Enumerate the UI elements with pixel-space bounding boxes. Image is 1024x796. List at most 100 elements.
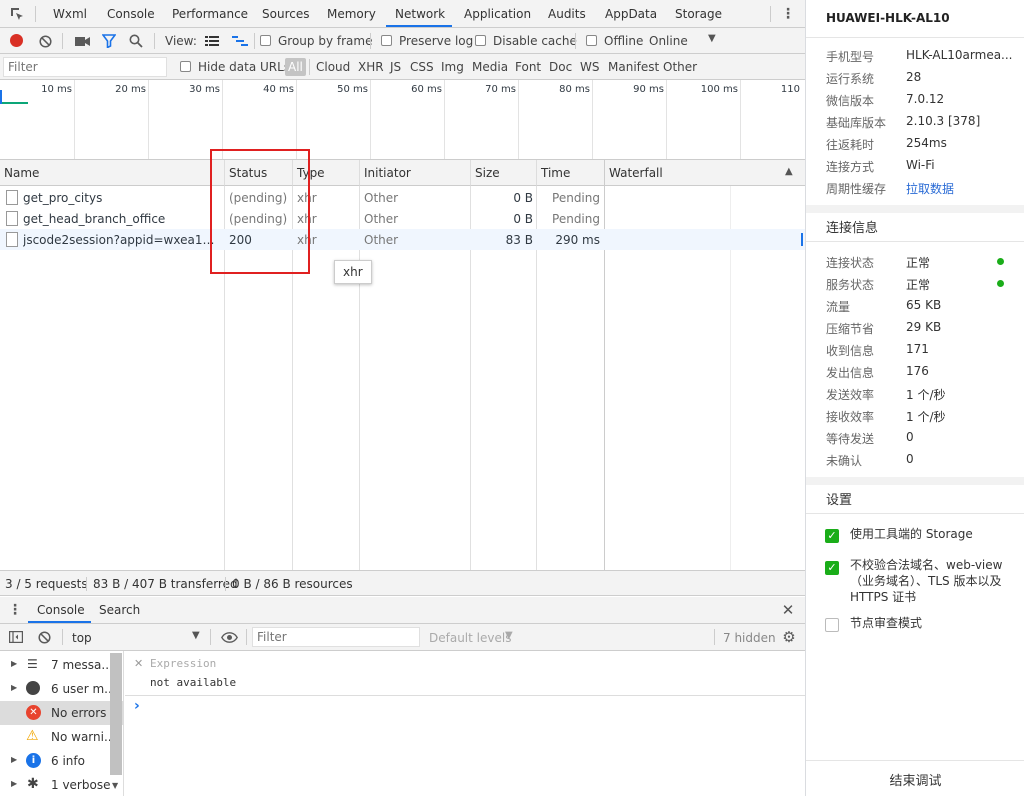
close-icon[interactable]: ✕	[779, 601, 797, 619]
drawer-tab-search[interactable]: Search	[99, 603, 140, 617]
camera-icon[interactable]	[73, 32, 91, 50]
timeline-gridline	[296, 80, 297, 159]
info-key: 基础库版本	[826, 116, 887, 130]
close-expression-icon[interactable]: ✕	[134, 657, 143, 670]
tab-console[interactable]: Console	[107, 7, 155, 21]
tab-appdata[interactable]: AppData	[605, 7, 657, 21]
filter-type-manifest[interactable]: Manifest	[608, 60, 659, 74]
inspect-element-icon[interactable]	[8, 5, 26, 23]
expression-label[interactable]: Expression	[150, 657, 216, 670]
filter-type-ws[interactable]: WS	[580, 60, 599, 74]
expand-arrow-icon[interactable]: ▶	[11, 683, 17, 692]
sidebar-item-user-messages[interactable]: ▶ 6 user m...	[0, 677, 124, 701]
column-header-waterfall[interactable]: Waterfall	[604, 160, 805, 186]
throttling-select[interactable]: Online	[649, 34, 688, 48]
fetch-data-link[interactable]: 拉取数据	[906, 180, 954, 197]
drawer-menu-icon[interactable]: ⋮	[7, 601, 23, 619]
table-row[interactable]: get_head_branch_office (pending) xhr Oth…	[0, 208, 805, 229]
filter-type-font[interactable]: Font	[515, 60, 541, 74]
sidebar-item-errors[interactable]: ✕ No errors	[0, 701, 124, 725]
sidebar-scrollbar[interactable]	[110, 653, 122, 775]
sort-ascending-icon[interactable]: ▲	[785, 166, 793, 177]
sidebar-toggle-icon[interactable]	[8, 629, 24, 645]
expand-arrow-icon[interactable]: ▶	[11, 659, 17, 668]
sidebar-item-warnings[interactable]: ⚠ No warni...	[0, 725, 124, 749]
log-levels-select[interactable]: Default levels	[429, 631, 511, 645]
filter-type-js[interactable]: JS	[390, 60, 401, 74]
tab-performance[interactable]: Performance	[172, 7, 248, 21]
chevron-down-icon[interactable]: ▼	[192, 630, 200, 641]
filter-type-cloud[interactable]: Cloud	[316, 60, 350, 74]
sidebar-item-info[interactable]: ▶ i 6 info	[0, 749, 124, 773]
tab-audits[interactable]: Audits	[548, 7, 586, 21]
table-row[interactable]: jscode2session?appid=wxea102309... 200 x…	[0, 229, 805, 250]
skip-domain-check-checkbox[interactable]: ✓	[825, 561, 839, 575]
sidebar-item-verbose[interactable]: ▶ ✱ 1 verbose	[0, 773, 124, 796]
filter-type-other[interactable]: Other	[663, 60, 697, 74]
table-row[interactable]: get_pro_citys (pending) xhr Other 0 B Pe…	[0, 187, 805, 208]
scroll-down-icon[interactable]: ▼	[112, 781, 118, 790]
expand-arrow-icon[interactable]: ▶	[11, 755, 17, 764]
chevron-down-icon[interactable]: ▼	[708, 33, 716, 44]
sidebar-item-messages[interactable]: ▶ ☰ 7 messa...	[0, 653, 124, 677]
separator	[575, 33, 576, 49]
chevron-down-icon[interactable]: ▼	[505, 630, 513, 641]
filter-type-xhr[interactable]: XHR	[358, 60, 384, 74]
timeline-gridline	[74, 80, 75, 159]
clear-icon[interactable]	[37, 32, 53, 50]
active-tab-indicator	[386, 25, 452, 27]
tab-memory[interactable]: Memory	[327, 7, 376, 21]
device-title: HUAWEI-HLK-AL10	[826, 11, 950, 25]
setting-label: 使用工具端的 Storage	[850, 527, 973, 541]
timeline-overview[interactable]: 10 ms 20 ms 30 ms 40 ms 50 ms 60 ms 70 m…	[0, 80, 805, 160]
tab-application[interactable]: Application	[464, 7, 531, 21]
record-button[interactable]	[10, 34, 23, 47]
waterfall-overview-icon[interactable]	[231, 32, 249, 50]
console-prompt[interactable]: ›	[134, 698, 140, 714]
tab-sources[interactable]: Sources	[262, 7, 309, 21]
node-inspect-checkbox[interactable]	[825, 618, 839, 632]
column-header-time[interactable]: Time	[536, 160, 604, 186]
separator	[225, 577, 226, 591]
list-icon: ☰	[27, 657, 38, 671]
filter-type-img[interactable]: Img	[441, 60, 464, 74]
more-options-icon[interactable]: ⋮	[780, 4, 796, 24]
clear-console-icon[interactable]	[36, 629, 52, 645]
search-icon[interactable]	[127, 32, 145, 50]
filter-type-all[interactable]: All	[285, 58, 306, 76]
storage-checkbox[interactable]: ✓	[825, 529, 839, 543]
preserve-log-checkbox[interactable]	[381, 35, 392, 46]
hide-data-urls-checkbox[interactable]	[180, 61, 191, 72]
eye-icon[interactable]	[219, 629, 239, 645]
offline-checkbox[interactable]	[586, 35, 597, 46]
large-rows-icon[interactable]	[203, 32, 221, 50]
context-select[interactable]: top	[72, 631, 92, 645]
filter-icon[interactable]	[100, 32, 118, 50]
column-header-initiator[interactable]: Initiator	[359, 160, 470, 186]
row-time: 290 ms	[555, 233, 600, 247]
info-key: 微信版本	[826, 94, 875, 108]
filter-type-media[interactable]: Media	[472, 60, 508, 74]
console-filter-input[interactable]	[252, 627, 420, 647]
conn-value: 1 个/秒	[906, 388, 946, 402]
filter-input[interactable]	[3, 57, 167, 77]
column-header-size[interactable]: Size	[470, 160, 536, 186]
expand-arrow-icon[interactable]: ▶	[11, 779, 17, 788]
tab-network[interactable]: Network	[395, 7, 445, 21]
timeline-tick-label: 40 ms	[263, 84, 294, 95]
tab-wxml[interactable]: Wxml	[53, 7, 87, 21]
group-by-frame-checkbox[interactable]	[260, 35, 271, 46]
filter-type-css[interactable]: CSS	[410, 60, 434, 74]
column-header-name[interactable]: Name	[0, 160, 224, 186]
end-debug-button[interactable]: 结束调试	[806, 761, 1024, 796]
separator	[154, 33, 155, 49]
group-by-frame-label: Group by frame	[278, 34, 373, 48]
tab-storage[interactable]: Storage	[675, 7, 722, 21]
gear-icon[interactable]: ⚙	[780, 628, 798, 646]
drawer-tab-console[interactable]: Console	[37, 603, 85, 617]
filter-type-doc[interactable]: Doc	[549, 60, 572, 74]
drawer-tab-bar: ⋮ Console Search ✕	[0, 597, 805, 624]
type-tooltip: xhr	[334, 260, 372, 284]
disable-cache-checkbox[interactable]	[475, 35, 486, 46]
conn-value: 29 KB	[906, 320, 942, 334]
